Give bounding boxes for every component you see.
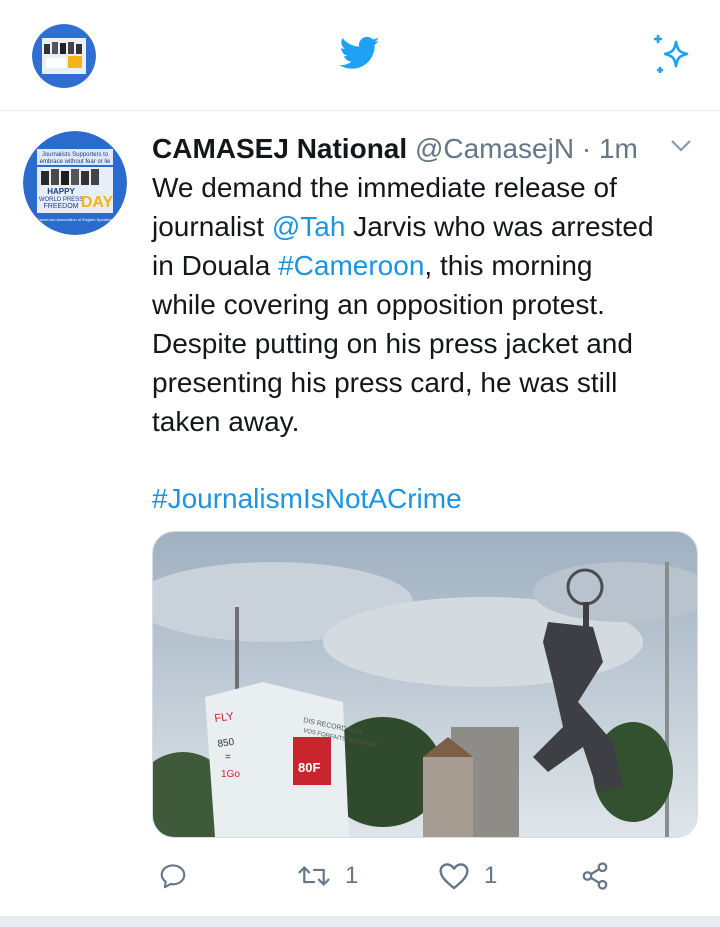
text-segment: Despite putting on his press jacket and — [152, 328, 633, 359]
billboard-text: 1Go — [221, 769, 240, 780]
text-segment: taken away. — [152, 406, 300, 437]
chevron-down-icon[interactable] — [669, 138, 693, 154]
account-avatar[interactable] — [32, 24, 96, 88]
separator-dot: · — [581, 133, 592, 164]
text-segment: journalist — [152, 211, 272, 242]
tweet-line: in Douala #Cameroon, this morning — [152, 246, 697, 285]
twitter-bird-icon[interactable] — [337, 33, 383, 73]
tweet[interactable]: Journalists Supporters to embrace withou… — [0, 111, 720, 916]
text-segment: , this morning — [424, 250, 593, 281]
like-count: 1 — [484, 862, 498, 889]
billboard-text: 80F — [298, 760, 320, 775]
tweet-line: journalist @Tah Jarvis who was arrested — [152, 207, 697, 246]
sparkle-icon[interactable] — [648, 30, 696, 78]
tweet-line: Despite putting on his press jacket and — [152, 324, 697, 363]
heart-icon — [439, 863, 469, 890]
text-segment: while covering an opposition protest. — [152, 289, 605, 320]
tweet-photo[interactable]: DIS RECORD SUR VOS FORFAITS INTERNET FLY… — [152, 531, 698, 838]
hashtag-link[interactable]: #JournalismIsNotACrime — [152, 479, 462, 519]
tweet-line: while covering an opposition protest. — [152, 285, 697, 324]
retweet-button[interactable]: 1 — [297, 856, 358, 896]
share-button[interactable] — [580, 856, 610, 896]
avatar-freedom-text: FREEDOM — [44, 203, 79, 210]
tweet-text: We demand the immediate release of journ… — [152, 168, 697, 441]
text-segment: in Douala — [152, 250, 279, 281]
text-segment: Jarvis who was arrested — [345, 211, 654, 242]
tweet-line: taken away. — [152, 402, 697, 441]
text-segment: We demand the immediate release of — [152, 172, 617, 203]
avatar-happy-text: HAPPY — [47, 187, 75, 196]
text-segment: presenting his press card, he was still — [152, 367, 618, 398]
reply-button[interactable] — [158, 856, 202, 896]
top-bar — [0, 0, 720, 111]
tweet-time[interactable]: 1m — [599, 133, 638, 164]
author-handle[interactable]: @CamasejN — [415, 133, 574, 164]
avatar-day-text: DAY — [81, 194, 114, 211]
retweet-count: 1 — [345, 862, 359, 889]
author-name[interactable]: CAMASEJ National — [152, 133, 407, 164]
share-icon — [582, 862, 608, 890]
tweet-actions: 1 1 — [152, 856, 712, 896]
tweet-line: presenting his press card, he was still — [152, 363, 697, 402]
avatar-bottom-text: Cameroon Association of English Speaking — [37, 217, 114, 222]
bottom-divider — [0, 916, 720, 927]
tweet-line: We demand the immediate release of — [152, 168, 697, 207]
like-button[interactable]: 1 — [438, 856, 497, 896]
avatar-top-text: Journalists Supporters to — [42, 152, 109, 158]
retweet-icon — [298, 866, 330, 886]
author-avatar[interactable]: Journalists Supporters to embrace withou… — [23, 131, 127, 235]
avatar-top-text-2: embrace without fear or lie — [40, 159, 111, 165]
hashtag-link[interactable]: #Cameroon — [278, 250, 424, 281]
billboard-text: = — [225, 752, 231, 763]
tweet-header: CAMASEJ National @CamasejN · 1m — [152, 129, 712, 169]
mention-link[interactable]: @Tah — [272, 211, 346, 242]
reply-icon — [160, 864, 186, 889]
